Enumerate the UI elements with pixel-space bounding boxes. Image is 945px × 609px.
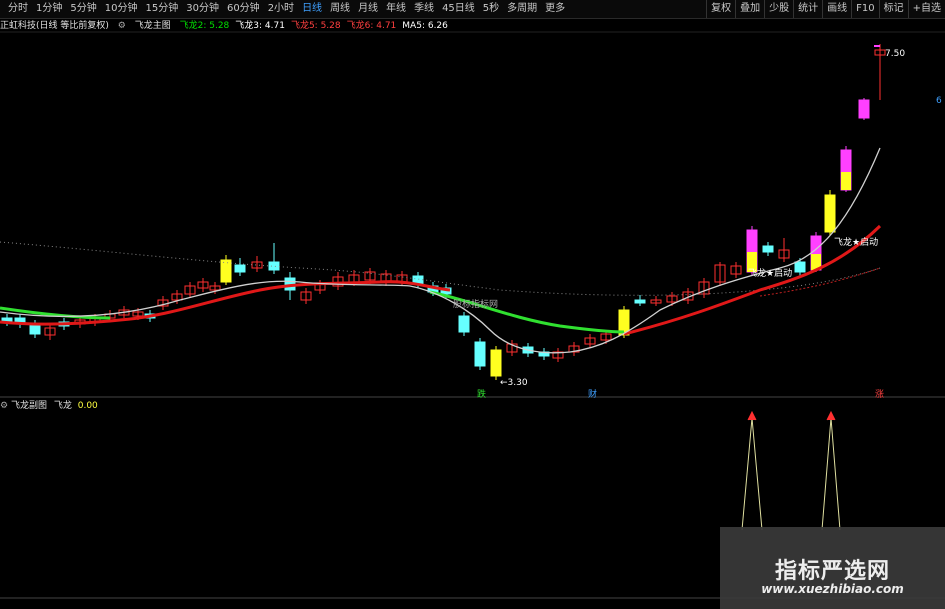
candle-yellow-part-2 [841, 172, 851, 190]
sub-arrow-1 [747, 410, 757, 421]
candle-body-52 [794, 261, 806, 273]
candle-yellow-part-3 [825, 214, 835, 232]
candle-body-31 [458, 315, 470, 333]
launch-label-1: 飞龙★启动 [748, 267, 792, 279]
signal-cai: 财 [588, 388, 597, 400]
candle-body-56 [858, 99, 870, 119]
chart-watermark: 股标指标网 [453, 298, 498, 310]
ma-red-left [0, 280, 451, 326]
candle-body-16 [220, 259, 232, 283]
sub-settings-icon[interactable]: ⚙ [0, 401, 8, 411]
candle-body-50 [762, 245, 774, 253]
low-price-label: ←3.30 [500, 378, 528, 388]
sub-peak-1 [741, 417, 763, 531]
signal-zhang: 涨 [875, 389, 884, 400]
high-price-label: 7.50 [885, 49, 905, 59]
sub-series-value: 0.00 [77, 401, 98, 411]
site-watermark: 指标严选网 www.xuezhibiao.com [720, 527, 945, 609]
right-axis-label: 6 [936, 96, 942, 106]
launch-label-2: 飞龙★启动 [834, 236, 878, 248]
kline-chart[interactable]: 7.50←3.306跌财涨飞龙★启动飞龙★启动股标指标网 [0, 0, 945, 609]
candle-body-17 [234, 264, 246, 273]
candle-body-42 [634, 299, 646, 304]
candle-body-32 [474, 341, 486, 367]
sub-arrow-2 [826, 410, 836, 421]
candle-body-33 [490, 349, 502, 377]
sub-series-name: 飞龙 [53, 401, 72, 411]
candle-body-19 [268, 261, 280, 271]
sub-chart-title[interactable]: 飞龙副图 [11, 401, 47, 411]
watermark-url: www.xuezhibiao.com [761, 582, 904, 596]
sub-peak-2 [821, 417, 841, 531]
signal-die: 跌 [477, 389, 486, 400]
candle-body-2 [29, 324, 41, 335]
sub-info-bar: ⚙ 飞龙副图 飞龙 0.00 [0, 400, 98, 412]
watermark-title: 指标严选网 [774, 559, 890, 584]
